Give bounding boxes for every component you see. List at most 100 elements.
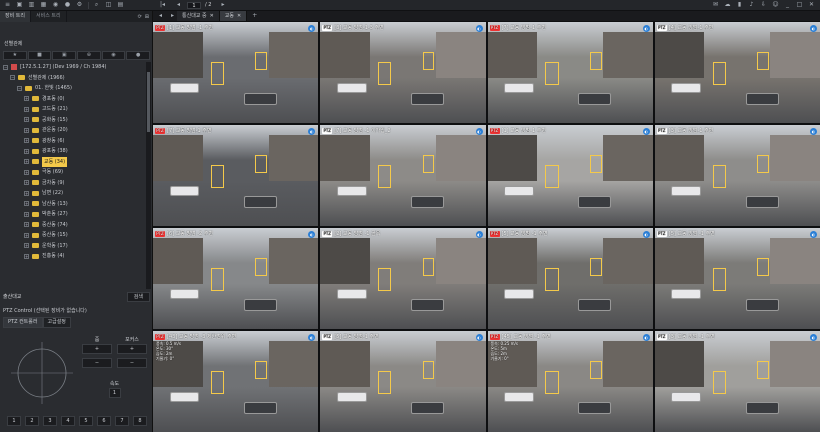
tab-ptz-controller[interactable]: PTZ 컨트롤러: [3, 317, 43, 328]
tree-item[interactable]: + 진흥동 (4): [3, 251, 145, 262]
camera-tile[interactable]: PTZ [3] 교동 방범 -1 주변 ◐: [654, 331, 820, 432]
close-icon[interactable]: ✕: [807, 1, 816, 9]
minimize-icon[interactable]: _: [783, 1, 792, 9]
tree-item[interactable]: + 박춘동 (27): [3, 209, 145, 220]
alarm-filter-button[interactable]: ●: [126, 51, 151, 60]
download-icon[interactable]: ⇩: [759, 1, 768, 9]
monitor-icon[interactable]: ▣: [15, 1, 24, 9]
collapse-icon[interactable]: −: [3, 64, 8, 70]
expand-icon[interactable]: +: [24, 190, 29, 196]
tree-item[interactable]: + 광포동 (38): [3, 146, 145, 157]
collapse-icon[interactable]: −: [17, 85, 22, 91]
live-status-icon[interactable]: ◐: [642, 25, 650, 32]
expand-icon[interactable]: +: [24, 148, 29, 154]
tab-ptz-advanced[interactable]: 고급설정: [42, 317, 71, 328]
preset-button[interactable]: 7: [115, 416, 129, 426]
tree-item[interactable]: + 운학동 (17): [3, 241, 145, 252]
preset-button[interactable]: 2: [25, 416, 39, 426]
live-status-icon[interactable]: ◐: [475, 128, 483, 135]
tree-item[interactable]: + 경포동 (0): [3, 94, 145, 105]
expand-icon[interactable]: +: [24, 201, 29, 207]
tree-item[interactable]: + 공화동 (15): [3, 115, 145, 126]
expand-icon[interactable]: +: [24, 106, 29, 112]
cloud-icon[interactable]: ☁: [723, 1, 732, 9]
expand-icon[interactable]: +: [24, 169, 29, 175]
collapse-icon[interactable]: −: [10, 75, 15, 81]
scroll-thumb[interactable]: [147, 72, 150, 132]
camera-filter-button[interactable]: ▣: [52, 51, 77, 60]
tab-layout-2[interactable]: 교동 ✕: [219, 11, 248, 21]
camera-tile[interactable]: PTZ [7] 교동 방범 -1 이가입_2 ◐: [320, 125, 486, 226]
speed-value[interactable]: 1: [108, 388, 121, 398]
tree-item[interactable]: + 중산동 (74): [3, 220, 145, 231]
alarm-icon[interactable]: ♪: [747, 1, 756, 9]
expand-icon[interactable]: +: [24, 159, 29, 165]
tab-close-icon[interactable]: ✕: [210, 11, 214, 21]
zoom-in-button[interactable]: +: [82, 344, 112, 354]
live-status-icon[interactable]: ◐: [475, 25, 483, 32]
camera-tile[interactable]: PTZ [5] 교동 방범-1 주변 ◐: [320, 331, 486, 432]
camera-tile[interactable]: PTZ [43] 교동 방범 -3 제한범위 주변 풍속: 0.5 m/s 온도: …: [153, 331, 319, 432]
tree-scrollbar[interactable]: [146, 62, 151, 289]
live-status-icon[interactable]: ◐: [810, 334, 817, 341]
tab-close-icon[interactable]: ✕: [237, 11, 241, 21]
live-status-icon[interactable]: ◐: [810, 128, 817, 135]
tab-device-tree[interactable]: 장비 트리: [0, 11, 31, 22]
live-status-icon[interactable]: ◐: [810, 231, 817, 238]
live-status-icon[interactable]: ◐: [475, 334, 483, 341]
tree-item[interactable]: + 고드동 (21): [3, 104, 145, 115]
layout-icon[interactable]: ▥: [27, 1, 36, 9]
camera-tile[interactable]: PTZ [7] 교동 방범-1 주변 ◐: [153, 125, 319, 226]
expand-icon[interactable]: +: [24, 232, 29, 238]
tab-prev-icon[interactable]: ◂: [156, 12, 165, 20]
live-status-icon[interactable]: ◐: [642, 231, 650, 238]
tree-item[interactable]: − 선별관제 (1966): [3, 73, 145, 84]
expand-icon[interactable]: +: [24, 243, 29, 249]
tree-item[interactable]: − 01. 한빛 (1465): [3, 83, 145, 94]
search-button[interactable]: 검색: [126, 291, 150, 302]
expand-icon[interactable]: +: [24, 127, 29, 133]
expand-icon[interactable]: +: [24, 138, 29, 144]
star-filter-button[interactable]: ★: [3, 51, 27, 60]
live-status-icon[interactable]: ◐: [642, 334, 650, 341]
tree-item[interactable]: + 교동 (34): [3, 156, 145, 167]
maximize-icon[interactable]: □: [795, 1, 804, 9]
camera-tile[interactable]: PTZ [5] 교동 방범 -1 주변 ◐: [487, 228, 653, 329]
preset-button[interactable]: 6: [97, 416, 111, 426]
live-status-icon[interactable]: ◐: [475, 231, 483, 238]
expand-icon[interactable]: +: [24, 96, 29, 102]
menu-icon[interactable]: ≡: [3, 1, 12, 9]
camera-tile[interactable]: PTZ [2] 교동 방범 -1 골목 ◐: [320, 228, 486, 329]
expand-icon[interactable]: +: [24, 211, 29, 217]
camera-tile[interactable]: PTZ [3] 교동 방범-1-3 주변 ◐: [320, 22, 486, 123]
tree-item[interactable]: + 중산동 (15): [3, 230, 145, 241]
ptz-joystick[interactable]: [7, 338, 77, 408]
tab-layout-1[interactable]: 통신대교 중 ✕: [177, 11, 220, 21]
preset-button[interactable]: 1: [7, 416, 21, 426]
preset-button[interactable]: 8: [133, 416, 147, 426]
expand-icon[interactable]: +: [24, 117, 29, 123]
preset-button[interactable]: 3: [43, 416, 57, 426]
live-status-icon[interactable]: ◐: [810, 25, 817, 32]
camera-tile[interactable]: PTZ [3] 교동 방범-1 주변 ◐: [654, 125, 820, 226]
expand-icon[interactable]: +: [24, 222, 29, 228]
zoom-out-button[interactable]: −: [82, 358, 112, 368]
eye-filter-button[interactable]: ◉: [101, 51, 126, 60]
first-page-icon[interactable]: |◂: [158, 1, 167, 9]
tree-item[interactable]: + 남산동 (13): [3, 199, 145, 210]
page-input[interactable]: 1: [187, 1, 201, 9]
lock-icon[interactable]: ▮: [735, 1, 744, 9]
camera-tile[interactable]: PTZ [6] 교동 방범 -2 주변 ◐: [153, 228, 319, 329]
camera-tile[interactable]: PTZ [7] 교동 방범-1 주변 ◐: [487, 22, 653, 123]
prev-page-icon[interactable]: ◂: [174, 1, 183, 9]
chat-icon[interactable]: ✉: [711, 1, 720, 9]
camera-tile[interactable]: PTZ [1] 교동 방범 -1 주변 ◐: [153, 22, 319, 123]
settings-icon[interactable]: ⚙: [75, 1, 84, 9]
tab-next-icon[interactable]: ▸: [168, 12, 177, 20]
add-tab-icon[interactable]: +: [250, 12, 259, 20]
camera-tile[interactable]: PTZ [1] 교동 방범-1 주변 ◐: [487, 125, 653, 226]
user-icon[interactable]: ☺: [771, 1, 780, 9]
camera-tile[interactable]: PTZ [4] 교동 방범-1 주변 ◐: [654, 22, 820, 123]
tree-item[interactable]: + 금차동 (9): [3, 178, 145, 189]
search-icon[interactable]: ⌕: [92, 1, 101, 9]
